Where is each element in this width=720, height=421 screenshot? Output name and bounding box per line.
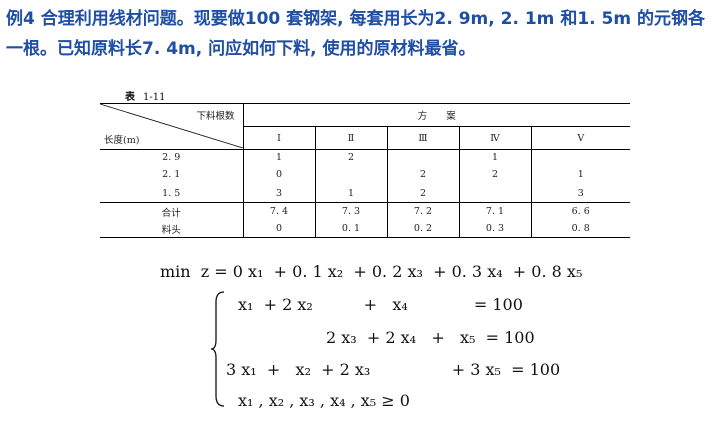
table-cell: 7. 4 xyxy=(242,202,315,220)
header-length: 长度(m) xyxy=(104,135,140,146)
table-cell: 0. 2 xyxy=(386,220,459,238)
table-cell: 0. 1 xyxy=(314,220,387,238)
table-cell: 7. 2 xyxy=(386,202,459,220)
left-brace-icon xyxy=(210,291,225,407)
table-cell: 0. 8 xyxy=(530,220,630,238)
table-cell: 6. 6 xyxy=(530,202,630,220)
table-cell: 3 xyxy=(530,184,630,203)
constraint-1: x₁ + 2 x₂ + x₄ = 100 xyxy=(238,295,523,314)
table-cell xyxy=(314,164,387,184)
column-header-1: I xyxy=(242,126,315,150)
table-cell: 1 xyxy=(242,149,315,164)
table-caption-label: 表 xyxy=(125,92,135,103)
column-header-4: Ⅳ xyxy=(458,126,531,150)
table-cell xyxy=(386,149,459,164)
table-row: 1. 5 3 1 2 3 xyxy=(100,184,630,203)
column-header-5: V xyxy=(530,126,630,150)
table-cell: 2 xyxy=(386,184,459,203)
table-cell: 2 xyxy=(386,164,459,184)
table-cell: 1 xyxy=(314,184,387,203)
table-cell: 3 xyxy=(242,184,315,203)
problem-statement: 例4 合理利用线材问题。现要做100 套钢架, 每套用长为2. 9m, 2. 1… xyxy=(6,9,705,59)
row-length-label: 2. 1 xyxy=(162,168,181,180)
table-cell: 0 xyxy=(242,220,315,238)
nonnegativity-constraint: x₁ , x₂ , x₃ , x₄ , x₅ ≥ 0 xyxy=(238,391,410,410)
row-length-label: 1. 5 xyxy=(162,187,181,199)
constraint-3: 3 x₁ + x₂ + 2 x₃ + 3 x₅ = 100 xyxy=(226,360,561,379)
table-row: 2. 1 0 2 2 1 xyxy=(100,164,630,184)
column-header-3: Ⅲ xyxy=(386,126,459,150)
table-caption: 表 1-11 xyxy=(125,88,165,103)
waste-label: 料头 xyxy=(100,220,243,238)
lp-model: min z = 0 x₁ + 0. 1 x₂ + 0. 2 x₃ + 0. 3 … xyxy=(160,262,700,417)
objective-function: min z = 0 x₁ + 0. 1 x₂ + 0. 2 x₃ + 0. 3 … xyxy=(160,262,583,281)
table-cell xyxy=(530,149,630,164)
table-cell: 7. 3 xyxy=(314,202,387,220)
scheme-title: 方 案 xyxy=(242,103,630,127)
table-cell: 0. 3 xyxy=(458,220,531,238)
cutting-schemes-table: 下料根数 长度(m) 方 案 I Ⅱ Ⅲ Ⅳ V 2. 9 1 2 1 2. 1… xyxy=(100,103,630,238)
header-cut-count: 下料根数 xyxy=(196,111,235,122)
table-row-waste: 料头 0 0. 1 0. 2 0. 3 0. 8 xyxy=(100,220,630,238)
total-label: 合计 xyxy=(100,202,243,220)
table-cell: 1 xyxy=(530,164,630,184)
table-cell: 2 xyxy=(314,149,387,164)
table-cell: 1 xyxy=(458,149,531,164)
table-cell xyxy=(458,184,531,203)
table-row: 2. 9 1 2 1 xyxy=(100,149,630,164)
table-cell: 7. 1 xyxy=(458,202,531,220)
table-cell: 0 xyxy=(242,164,315,184)
row-length-label: 2. 9 xyxy=(100,149,243,164)
column-header-2: Ⅱ xyxy=(314,126,387,150)
table-row-total: 合计 7. 4 7. 3 7. 2 7. 1 6. 6 xyxy=(100,202,630,220)
table-caption-number: 1-11 xyxy=(143,92,166,103)
constraint-2: 2 x₃ + 2 x₄ + x₅ = 100 xyxy=(326,328,535,347)
table-cell: 2 xyxy=(458,164,531,184)
table-header-diagonal-cell: 下料根数 长度(m) xyxy=(100,103,243,150)
